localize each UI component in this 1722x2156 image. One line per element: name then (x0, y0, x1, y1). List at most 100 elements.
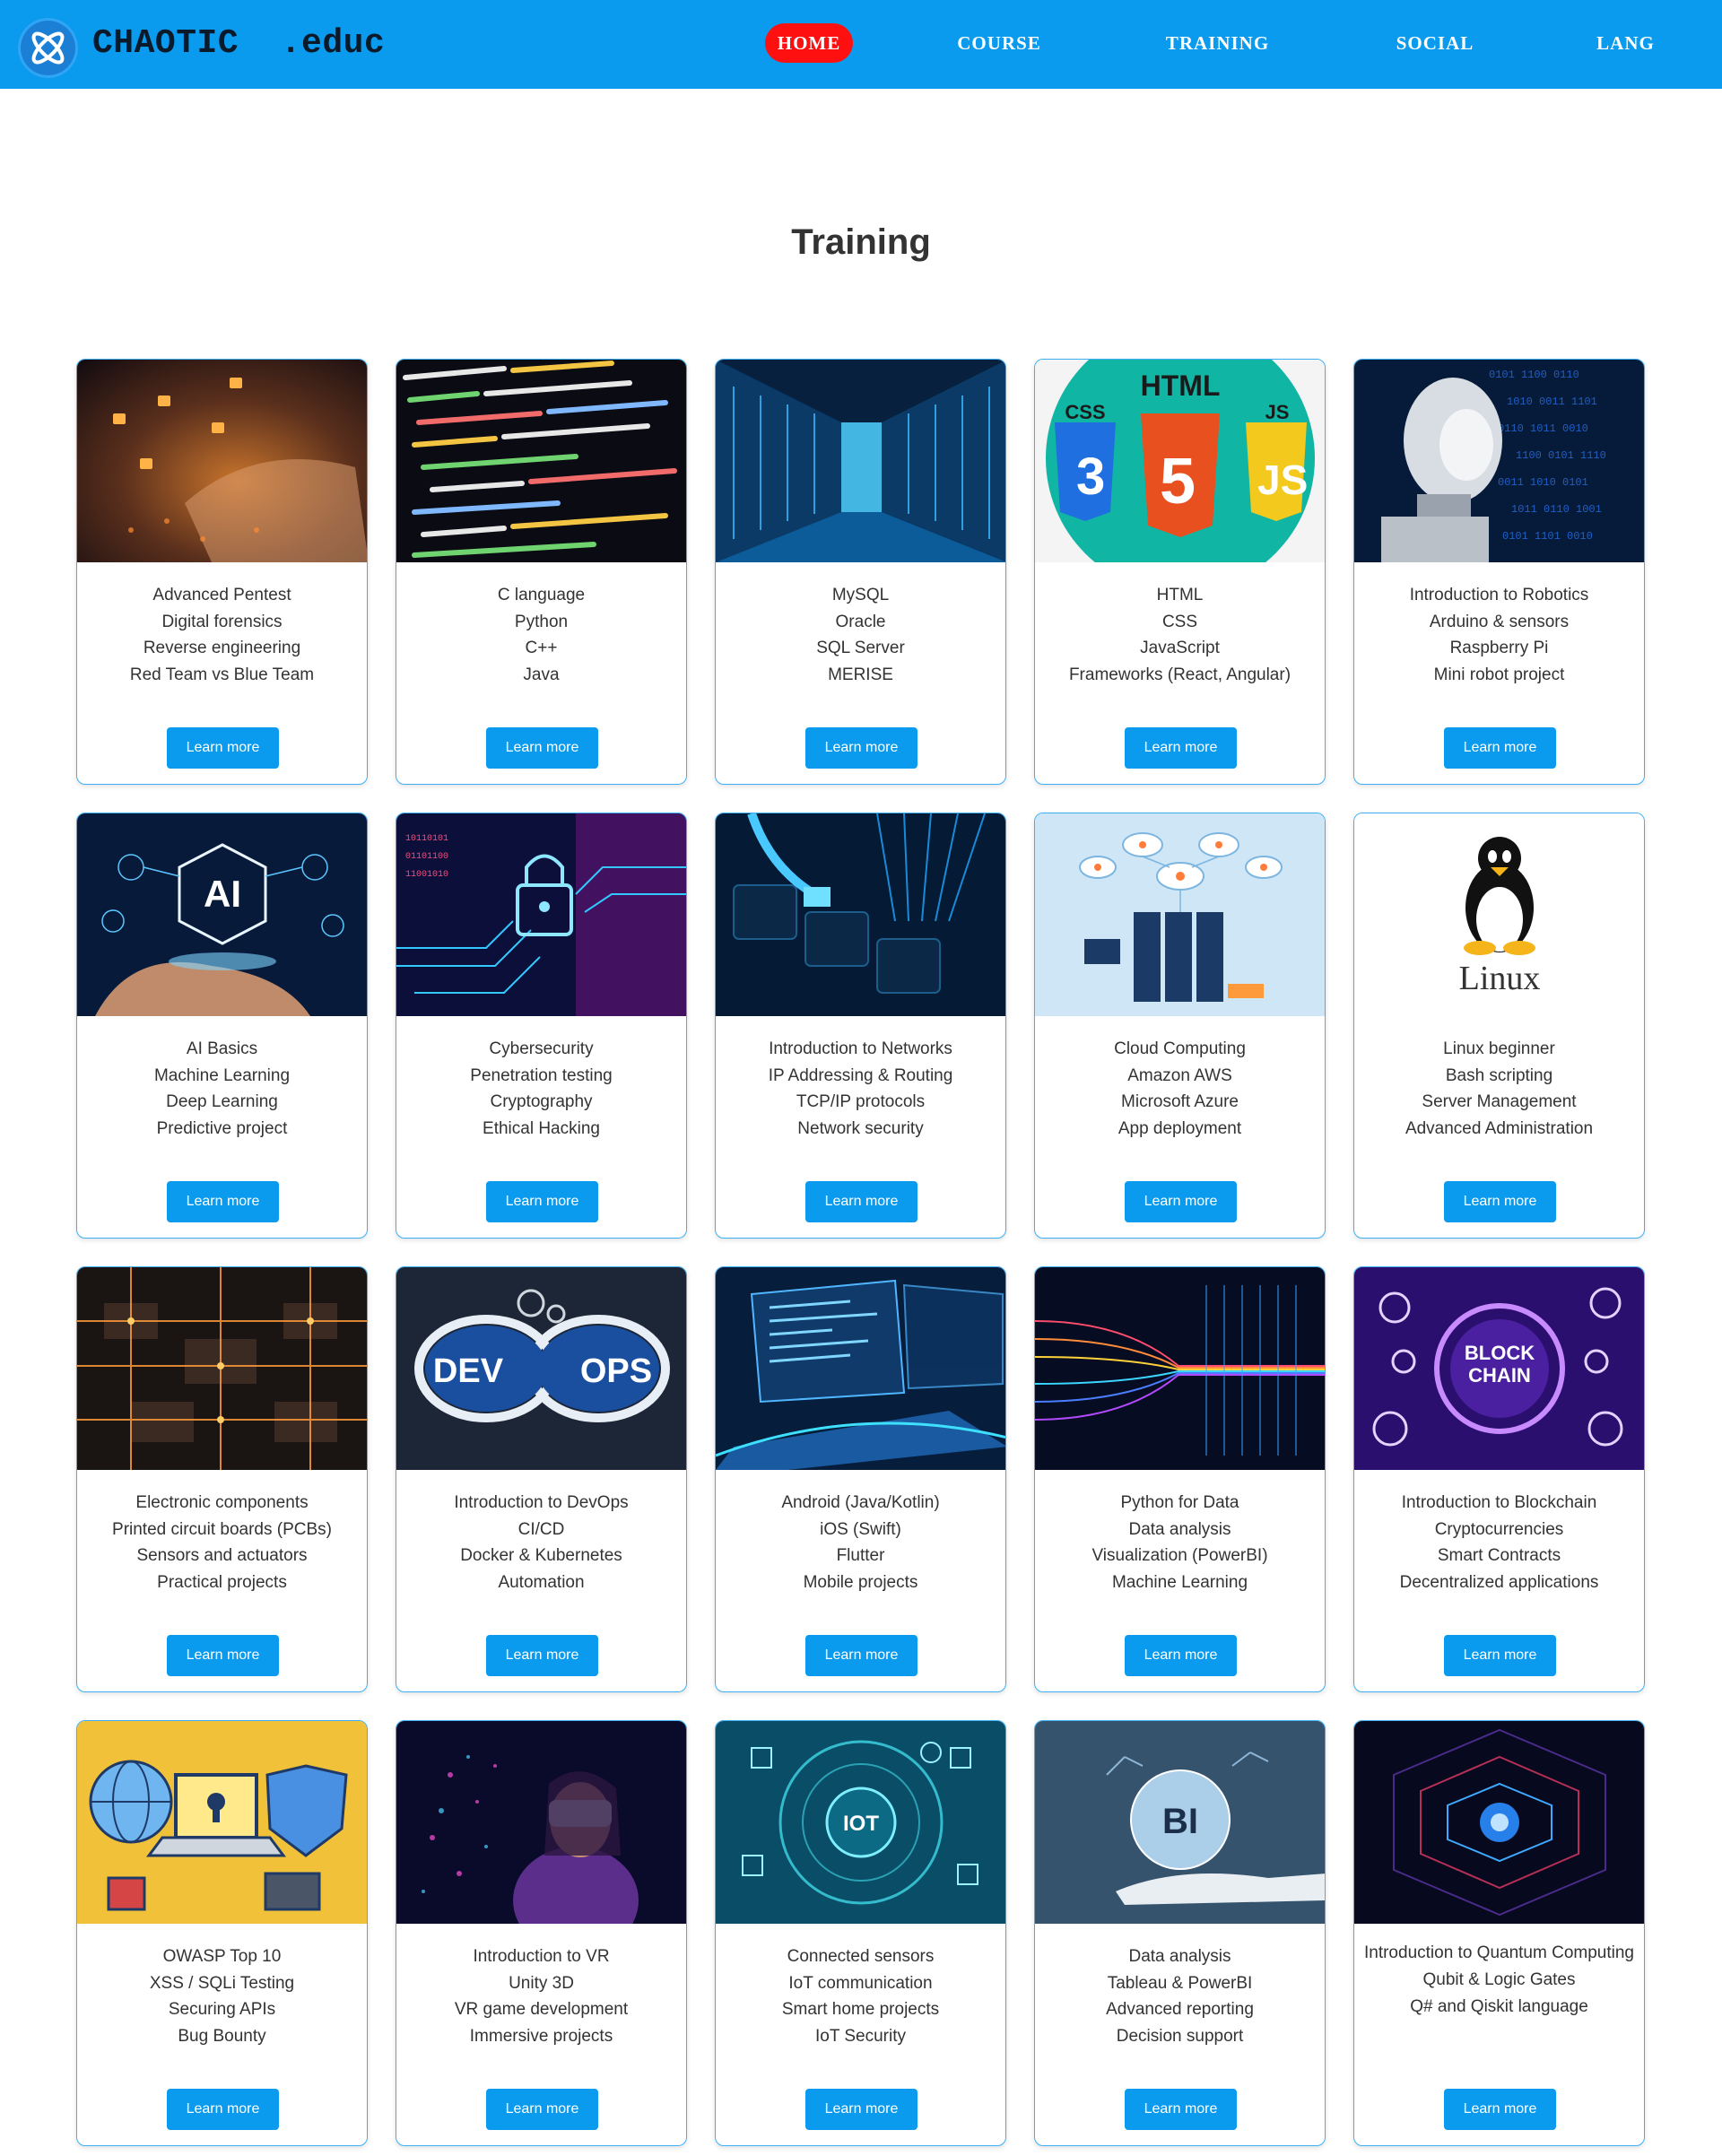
course-topics: Introduction to Blockchain Cryptocurrenc… (1399, 1493, 1599, 1592)
training-card-web: 3 5 JS HTML CSS JS HTML CSS JavaScript F… (1034, 359, 1326, 785)
training-card-programming: C language Python C++ Java Learn more (396, 359, 687, 785)
atom-logo-icon[interactable] (18, 18, 78, 78)
course-topics: Python for Data Data analysis Visualizat… (1091, 1493, 1268, 1592)
course-topics: Cybersecurity Penetration testing Crypto… (470, 1039, 613, 1138)
top-navbar: CHAOTIC .educ HOME COURSE TRAINING SOCIA… (0, 0, 1722, 89)
training-card-mobile: Android (Java/Kotlin) iOS (Swift) Flutte… (715, 1266, 1006, 1692)
training-card-vr: Introduction to VR Unity 3D VR game deve… (396, 1720, 687, 2146)
course-image: IOT (716, 1721, 1005, 1924)
training-card-networks: Introduction to Networks IP Addressing &… (715, 813, 1006, 1239)
learn-more-button[interactable]: Learn more (1444, 2089, 1556, 2130)
svg-text:JS: JS (1265, 401, 1290, 423)
course-image (77, 1267, 367, 1470)
nav-social[interactable]: SOCIAL (1372, 23, 1498, 63)
course-topics: Introduction to Quantum Computing Qubit … (1363, 1943, 1634, 2016)
learn-more-button[interactable]: Learn more (167, 1181, 279, 1222)
svg-text:0101 1101 0010: 0101 1101 0010 (1502, 530, 1593, 543)
svg-text:11001010: 11001010 (405, 870, 448, 880)
course-image: DEV OPS (396, 1267, 686, 1470)
training-card-databases: MySQL Oracle SQL Server MERISE Learn mor… (715, 359, 1006, 785)
course-image: Linux (1354, 813, 1644, 1016)
svg-text:0011 1010 0101: 0011 1010 0101 (1498, 476, 1588, 489)
course-image (1035, 813, 1325, 1016)
svg-text:1100 0101 1110: 1100 0101 1110 (1516, 449, 1606, 462)
course-image (396, 1721, 686, 1924)
course-topics: Introduction to VR Unity 3D VR game deve… (454, 1947, 629, 2046)
course-image (716, 813, 1005, 1016)
training-card-ai: AI AI Basics Machine Learning Deep Learn… (76, 813, 368, 1239)
learn-more-button[interactable]: Learn more (805, 727, 918, 769)
learn-more-button[interactable]: Learn more (1444, 727, 1556, 769)
brand-name[interactable]: CHAOTIC .educ (92, 23, 385, 65)
training-card-electronics: Electronic components Printed circuit bo… (76, 1266, 368, 1692)
course-image (396, 360, 686, 562)
training-card-blockchain: BLOCK CHAIN Introduction to Blockchain C… (1353, 1266, 1645, 1692)
learn-more-button[interactable]: Learn more (1125, 727, 1237, 769)
course-topics: Connected sensors IoT communication Smar… (781, 1947, 940, 2046)
course-image (716, 1267, 1005, 1470)
course-image: 3 5 JS HTML CSS JS (1035, 360, 1325, 562)
learn-more-button[interactable]: Learn more (486, 1635, 598, 1676)
svg-text:1011 0110 1001: 1011 0110 1001 (1511, 503, 1602, 516)
nav-lang[interactable]: LANG (1578, 23, 1673, 63)
course-image: 10110101 01101100 11001010 (396, 813, 686, 1016)
svg-text:10110101: 10110101 (405, 834, 448, 844)
svg-text:IOT: IOT (843, 1812, 879, 1836)
learn-more-button[interactable]: Learn more (1125, 1181, 1237, 1222)
course-topics: C language Python C++ Java (497, 586, 586, 684)
learn-more-button[interactable]: Learn more (167, 1635, 279, 1676)
training-card-websecurity: OWASP Top 10 XSS / SQLi Testing Securing… (76, 1720, 368, 2146)
learn-more-button[interactable]: Learn more (805, 2089, 918, 2130)
training-card-devops: DEV OPS Introduction to DevOps CI/CD Doc… (396, 1266, 687, 1692)
svg-text:5: 5 (1160, 446, 1196, 517)
course-topics: Cloud Computing Amazon AWS Microsoft Azu… (1114, 1039, 1246, 1138)
nav-home[interactable]: HOME (765, 23, 853, 63)
learn-more-button[interactable]: Learn more (167, 2089, 279, 2130)
learn-more-button[interactable]: Learn more (1125, 2089, 1237, 2130)
course-topics: Linux beginner Bash scripting Server Man… (1405, 1039, 1594, 1138)
course-image (77, 360, 367, 562)
svg-text:0110 1011 0010: 0110 1011 0010 (1498, 422, 1588, 435)
learn-more-button[interactable]: Learn more (486, 2089, 598, 2130)
svg-text:CSS: CSS (1065, 401, 1105, 423)
course-topics: OWASP Top 10 XSS / SQLi Testing Securing… (149, 1947, 295, 2046)
training-card-cloud: Cloud Computing Amazon AWS Microsoft Azu… (1034, 813, 1326, 1239)
training-card-cybersecurity: 10110101 01101100 11001010 Cybersecurity P… (396, 813, 687, 1239)
learn-more-button[interactable]: Learn more (167, 727, 279, 769)
training-card-linux: Linux Linux beginner Bash scripting Serv… (1353, 813, 1645, 1239)
training-card-robotics: 0101 1100 0110 1010 0011 1101 0110 1011 00… (1353, 359, 1645, 785)
training-card-pentest: Advanced Pentest Digital forensics Rever… (76, 359, 368, 785)
learn-more-button[interactable]: Learn more (805, 1635, 918, 1676)
nav-course[interactable]: COURSE (936, 23, 1062, 63)
course-image: BLOCK CHAIN (1354, 1267, 1644, 1470)
course-topics: Advanced Pentest Digital forensics Rever… (129, 586, 315, 684)
learn-more-button[interactable]: Learn more (486, 727, 598, 769)
page-title: Training (791, 222, 931, 262)
course-image: BI (1035, 1721, 1325, 1924)
learn-more-button[interactable]: Learn more (805, 1181, 918, 1222)
course-image (716, 360, 1005, 562)
svg-text:AI: AI (204, 873, 241, 915)
course-image: 0101 1100 0110 1010 0011 1101 0110 1011 00… (1354, 360, 1644, 562)
learn-more-button[interactable]: Learn more (1444, 1181, 1556, 1222)
training-card-iot: IOT Connected sensors IoT communication … (715, 1720, 1006, 2146)
course-image (1035, 1267, 1325, 1470)
svg-text:Linux: Linux (1459, 960, 1541, 997)
training-card-bi: BI Data analysis Tableau & PowerBI Advan… (1034, 1720, 1326, 2146)
course-topics: Electronic components Printed circuit bo… (112, 1493, 332, 1592)
course-image: AI (77, 813, 367, 1016)
svg-text:BLOCK: BLOCK (1465, 1342, 1535, 1364)
learn-more-button[interactable]: Learn more (1125, 1635, 1237, 1676)
learn-more-button[interactable]: Learn more (1444, 1635, 1556, 1676)
svg-text:JS: JS (1257, 456, 1308, 503)
svg-text:OPS: OPS (580, 1352, 652, 1390)
course-topics: HTML CSS JavaScript Frameworks (React, A… (1068, 586, 1292, 684)
svg-text:BI: BI (1162, 1802, 1198, 1841)
nav-training[interactable]: TRAINING (1148, 23, 1287, 63)
course-topics: Introduction to DevOps CI/CD Docker & Ku… (454, 1493, 629, 1592)
svg-text:DEV: DEV (433, 1352, 504, 1390)
svg-text:01101100: 01101100 (405, 852, 448, 862)
svg-text:1010 0011 1101: 1010 0011 1101 (1507, 396, 1597, 408)
svg-text:3: 3 (1076, 448, 1105, 506)
learn-more-button[interactable]: Learn more (486, 1181, 598, 1222)
